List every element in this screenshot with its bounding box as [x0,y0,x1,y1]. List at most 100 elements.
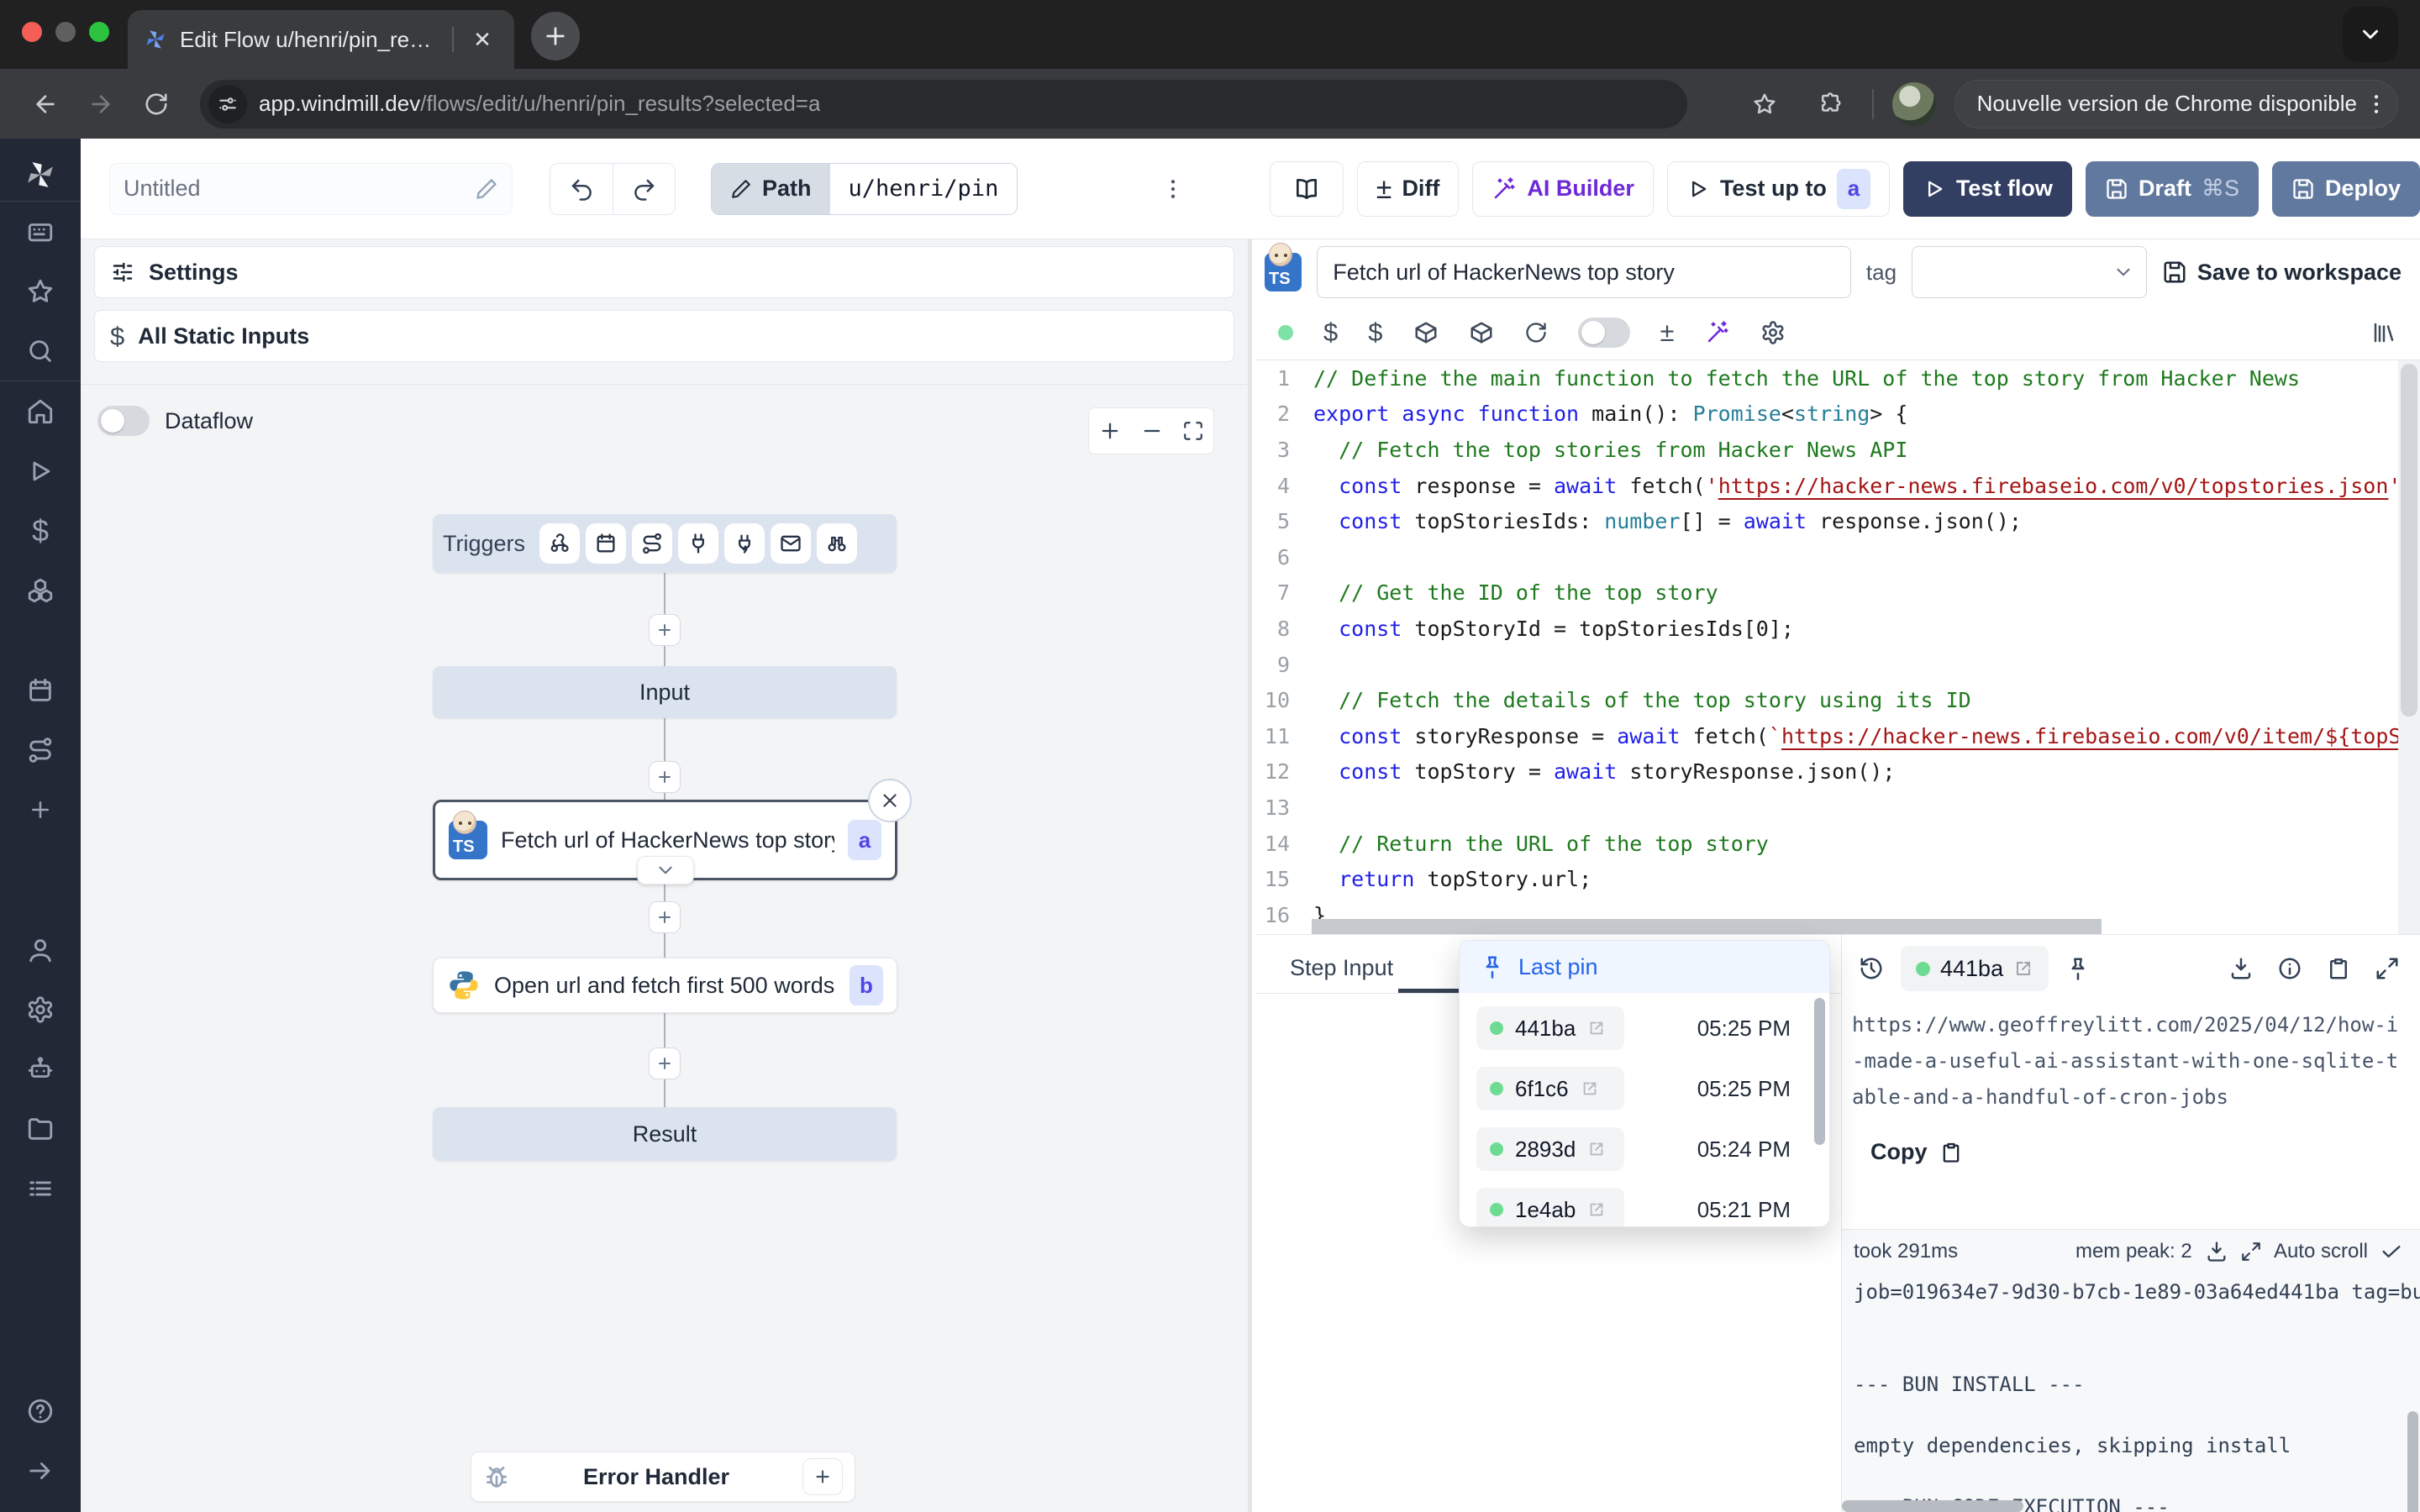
expand-logs-icon[interactable] [2240,1241,2262,1263]
autoscroll-checkbox[interactable] [2380,1240,2403,1263]
sidebar-item-help[interactable] [0,1381,81,1441]
poll-icon[interactable] [817,523,857,564]
step-name-input[interactable] [1317,246,1851,298]
delete-step-button[interactable] [868,779,912,822]
maximize-window-button[interactable] [89,22,109,42]
schedule-icon[interactable] [586,523,626,564]
error-handler-node[interactable]: Error Handler [471,1452,855,1502]
test-up-to-button[interactable]: Test up toa [1667,161,1890,217]
windmill-logo[interactable] [23,157,58,192]
fit-view-icon[interactable] [1182,420,1204,442]
sidebar-item-triggers[interactable] [0,720,81,780]
sidebar-item-apps[interactable] [0,202,81,261]
sidebar-item-folders[interactable] [0,1099,81,1158]
sidebar-item-home[interactable] [0,381,81,441]
pin-item[interactable]: 6f1c605:25 PM [1476,1067,1812,1110]
resources-dollar-icon[interactable]: $ [1368,319,1382,345]
kafka-icon[interactable] [724,523,765,564]
diff-icon[interactable]: ± [1660,319,1675,345]
site-info-icon[interactable] [208,85,247,123]
ai-assist-icon[interactable] [1705,320,1730,345]
logs-vertical-scrollbar[interactable] [2407,1411,2418,1512]
history-icon[interactable] [1859,956,1884,981]
flow-settings-button[interactable]: Settings [94,246,1234,298]
window-controls[interactable] [22,22,109,42]
sidebar-item-settings[interactable] [0,979,81,1039]
diff-button[interactable]: ±Diff [1357,161,1460,217]
copy-button[interactable]: Copy [1870,1139,2420,1165]
code-editor[interactable]: 1// Define the main function to fetch th… [1256,360,2420,934]
chrome-menu-icon[interactable] [2364,92,2389,117]
variables-icon[interactable]: $ [1323,319,1338,345]
download-logs-icon[interactable] [2205,1240,2228,1263]
copy-json-icon[interactable] [2326,956,2351,981]
pin-item[interactable]: 1e4ab05:21 PM [1476,1188,1812,1227]
external-link-icon[interactable] [1587,1200,1606,1219]
all-static-inputs-button[interactable]: $ All Static Inputs [94,310,1234,362]
path-editor[interactable]: Path u/henri/pin [711,163,1018,215]
logs-horizontal-scrollbar[interactable] [1842,1500,2023,1512]
pin-icon[interactable] [2065,956,2091,981]
editor-horizontal-scrollbar[interactable] [1312,919,2102,934]
sidebar-item-search[interactable] [0,321,81,381]
external-link-icon[interactable] [1587,1140,1606,1158]
pin-item[interactable]: 441ba05:25 PM [1476,1006,1812,1050]
input-node[interactable]: Input [433,666,897,718]
step-node-a[interactable]: TS Fetch url of HackerNews top story a [433,800,897,880]
deploy-button[interactable]: Deploy [2272,161,2420,217]
external-link-icon[interactable] [2013,958,2033,979]
email-trigger-icon[interactable] [771,523,811,564]
draft-button[interactable]: Draft⌘S [2086,161,2259,217]
close-tab-icon[interactable]: ✕ [466,23,499,56]
add-step-button[interactable] [649,1047,681,1079]
reload-icon[interactable] [133,81,180,128]
ai-builder-button[interactable]: AI Builder [1472,161,1654,217]
route-icon[interactable] [632,523,672,564]
pin-item[interactable]: 2893d05:24 PM [1476,1127,1812,1171]
collapse-step-icon[interactable] [637,856,694,885]
editor-settings-icon[interactable] [1760,320,1786,345]
back-icon[interactable] [22,81,69,128]
sidebar-item-variables[interactable]: $ [0,501,81,560]
package-icon[interactable] [1469,320,1494,345]
triggers-node[interactable]: Triggers [433,514,897,573]
add-error-handler-button[interactable] [802,1458,843,1495]
new-tab-button[interactable] [531,12,580,60]
sidebar-collapse-button[interactable] [0,1441,81,1500]
sidebar-item-favorites[interactable] [0,261,81,321]
expand-result-icon[interactable] [2375,956,2400,981]
last-pin-header[interactable]: Last pin [1460,941,1829,993]
dropdown-scrollbar[interactable] [1814,998,1825,1145]
test-flow-button[interactable]: Test flow [1903,161,2072,217]
run-hash-chip[interactable]: 441ba [1901,946,2049,991]
package-icon[interactable] [1413,320,1439,345]
add-step-button[interactable] [649,761,681,793]
result-node[interactable]: Result [433,1107,897,1161]
browser-tab[interactable]: Edit Flow u/henri/pin_results ✕ [128,10,514,69]
more-options-icon[interactable] [1160,176,1186,202]
download-result-icon[interactable] [2228,956,2254,981]
tab-search-button[interactable] [2343,7,2398,62]
bookmark-star-icon[interactable] [1741,81,1788,128]
add-step-button[interactable] [649,901,681,933]
library-icon[interactable] [2371,320,2396,345]
sidebar-item-schedules[interactable] [0,660,81,720]
websocket-icon[interactable] [678,523,718,564]
step-node-b[interactable]: Open url and fetch first 500 words of ..… [433,958,897,1013]
add-step-button[interactable] [649,614,681,646]
undo-button[interactable] [550,164,613,214]
sidebar-item-groups[interactable] [0,1158,81,1218]
sidebar-item-workers[interactable] [0,1039,81,1099]
dataflow-toggle[interactable] [97,406,150,436]
sidebar-item-more[interactable] [0,780,81,839]
tab-step-input[interactable]: Step Input [1290,955,1393,981]
sidebar-item-user[interactable] [0,920,81,979]
address-bar[interactable]: app.windmill.dev/flows/edit/u/henri/pin_… [200,80,1687,129]
editor-vertical-scrollbar[interactable] [2398,360,2420,934]
editor-toggle[interactable] [1578,318,1630,348]
profile-avatar[interactable] [1892,82,1936,126]
docs-button[interactable] [1270,161,1344,217]
sidebar-item-resources[interactable] [0,560,81,620]
minimize-window-button[interactable] [55,22,76,42]
sidebar-item-runs[interactable] [0,441,81,501]
